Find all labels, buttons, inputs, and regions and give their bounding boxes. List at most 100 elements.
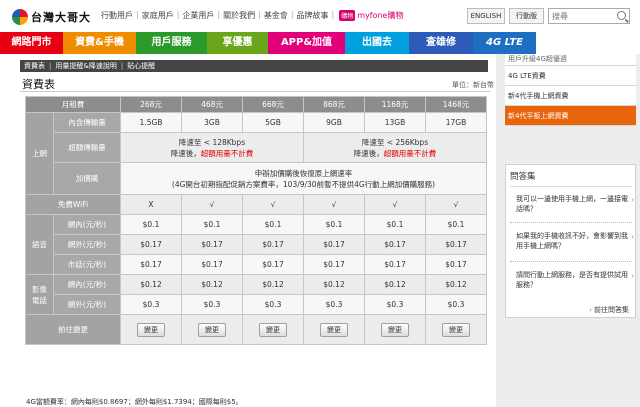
top-link-about-us[interactable]: 關於我們 bbox=[223, 10, 255, 21]
myfone-shop-link[interactable]: 購物 myfone購物 bbox=[339, 10, 403, 21]
faq-item[interactable]: 我可以一邊使用手機上網，一邊接電話嗎？ › bbox=[510, 194, 634, 214]
excess-data-label: 超額傳輸量 bbox=[53, 132, 121, 163]
video-call-label-line-2: 電話 bbox=[32, 295, 47, 305]
plan-header: 468元 bbox=[181, 96, 243, 113]
faq-separator bbox=[510, 261, 632, 262]
main-nav: 網路門市 資費&手機 用戶服務 享優惠 APP&加值 出國去 查雄修 4G LT… bbox=[0, 32, 640, 54]
top-links: 行動用戶 | 家庭用戶 | 企業用戶 | 關於我們 | 基金會 | 品牌故事 | 購物 my… bbox=[101, 10, 403, 21]
addon-line-2: (4G開台初期指配促銷方案費率，103/9/30前暫不提供4G行動上網加價購服務… bbox=[171, 179, 436, 189]
search-box bbox=[548, 8, 630, 24]
nav-repair[interactable]: 查雄修 bbox=[409, 32, 473, 54]
addon-description: 申辦加價購後恢復原上網速率 (4G開台初期指配促銷方案費率，103/9/30前暫… bbox=[120, 162, 487, 195]
subnav-reminders[interactable]: 貼心提醒 bbox=[127, 60, 155, 72]
english-button[interactable]: ENGLISH bbox=[467, 8, 505, 24]
video-offnet-cell: $0.3 bbox=[242, 294, 304, 315]
video-onnet-cell: $0.12 bbox=[425, 274, 487, 295]
video-onnet-cell: $0.12 bbox=[120, 274, 182, 295]
nav-rates-phones[interactable]: 資費&手機 bbox=[63, 32, 136, 54]
subnav-rate-table[interactable]: 資費表 bbox=[24, 60, 45, 72]
change-plan-button[interactable]: 變更 bbox=[137, 322, 165, 337]
nav-app-value-added[interactable]: APP&加值 bbox=[268, 32, 345, 54]
top-bar: 台灣大哥大 行動用戶 | 家庭用戶 | 企業用戶 | 關於我們 | 基金會 | 品牌故事 |… bbox=[0, 0, 640, 32]
subnav-usage-alert[interactable]: 用量提醒&降速說明 bbox=[55, 60, 116, 72]
voice-onnet-cell: $0.1 bbox=[425, 214, 487, 235]
voice-offnet-cell: $0.17 bbox=[425, 234, 487, 255]
included-data-cell: 5GB bbox=[242, 112, 304, 133]
top-link-separator: | bbox=[136, 10, 139, 19]
table-row-video-offnet: 網外(元/秒) $0.3 $0.3 $0.3 $0.3 $0.3 $0.3 bbox=[26, 294, 487, 315]
excess-policy-prefix: 降速後， bbox=[353, 148, 384, 158]
excess-policy-free: 超額用量不計費 bbox=[383, 148, 437, 158]
mobile-version-button[interactable]: 行動版 bbox=[509, 8, 544, 24]
excess-policy-prefix: 降速後， bbox=[170, 148, 201, 158]
side-menu-item-active[interactable]: 新4代平板上網資費 bbox=[505, 106, 636, 126]
brand-name: 台灣大哥大 bbox=[31, 11, 91, 24]
brand-logo[interactable]: 台灣大哥大 bbox=[12, 9, 91, 25]
faq-separator bbox=[510, 222, 632, 223]
voice-offnet-label: 網外(元/秒) bbox=[53, 234, 121, 255]
video-offnet-cell: $0.3 bbox=[120, 294, 182, 315]
change-plan-button[interactable]: 變更 bbox=[259, 322, 287, 337]
excess-policy-note: 降速後，超額用量不計費 bbox=[304, 148, 486, 159]
top-link-brand-story[interactable]: 品牌故事 bbox=[297, 10, 329, 21]
side-menu-item[interactable]: 4G LTE資費 bbox=[505, 66, 636, 86]
wifi-cell: √ bbox=[425, 194, 487, 215]
currency-unit: 單位：新台幣 bbox=[452, 81, 494, 89]
change-plan-button[interactable]: 變更 bbox=[442, 322, 470, 337]
table-row-video-onnet: 影像 電話 網內(元/秒) $0.12 $0.12 $0.12 $0.12 $0… bbox=[25, 274, 487, 315]
nav-4g-lte[interactable]: 4G LTE bbox=[473, 32, 536, 54]
plan-header: 668元 bbox=[242, 96, 304, 113]
faq-question: 如果我的手機收訊不好，會影響到我用手機上網嗎？ bbox=[516, 232, 628, 250]
nav-user-service[interactable]: 用戶服務 bbox=[136, 32, 207, 54]
video-offnet-cell: $0.3 bbox=[181, 294, 243, 315]
plan-header: 1468元 bbox=[425, 96, 487, 113]
change-plan-label: 前往變更 bbox=[25, 314, 121, 345]
nav-going-abroad[interactable]: 出國去 bbox=[345, 32, 409, 54]
change-plan-button[interactable]: 變更 bbox=[198, 322, 226, 337]
change-plan-cell: 變更 bbox=[181, 314, 243, 345]
search-icon[interactable] bbox=[617, 11, 626, 20]
voice-offnet-cell: $0.17 bbox=[364, 234, 426, 255]
nav-offers[interactable]: 享優惠 bbox=[207, 32, 268, 54]
video-onnet-cell: $0.12 bbox=[364, 274, 426, 295]
top-link-mobile-users[interactable]: 行動用戶 bbox=[101, 10, 133, 21]
voice-landline-cell: $0.17 bbox=[181, 254, 243, 275]
video-offnet-cell: $0.3 bbox=[425, 294, 487, 315]
included-data-cell: 3GB bbox=[181, 112, 243, 133]
video-call-group-label: 影像 電話 bbox=[25, 274, 54, 315]
side-menu-item[interactable]: 新4代手機上網資費 bbox=[505, 86, 636, 106]
search-input[interactable] bbox=[549, 9, 615, 23]
sub-nav: 資費表 | 用量提醒&降速說明 | 貼心提醒 bbox=[20, 60, 488, 72]
change-plan-cell: 變更 bbox=[120, 314, 182, 345]
voice-onnet-cell: $0.1 bbox=[303, 214, 365, 235]
faq-more-label: 前往問答集 bbox=[594, 306, 629, 314]
excess-policy-note: 降速後，超額用量不計費 bbox=[121, 148, 303, 159]
faq-more-link[interactable]: › 前往問答集 bbox=[589, 305, 629, 315]
wifi-cell: √ bbox=[181, 194, 243, 215]
change-plan-cell: 變更 bbox=[242, 314, 304, 345]
nav-filler bbox=[536, 32, 640, 54]
change-plan-button[interactable]: 變更 bbox=[381, 322, 409, 337]
included-data-label: 內含傳輸量 bbox=[53, 112, 121, 133]
table-row-change-plan: 前往變更 變更 變更 變更 變更 變更 變更 bbox=[25, 314, 487, 345]
top-link-enterprise-users[interactable]: 企業用戶 bbox=[182, 10, 214, 21]
top-link-separator: | bbox=[290, 10, 294, 19]
plan-header: 1168元 bbox=[364, 96, 426, 113]
change-plan-cell: 變更 bbox=[425, 314, 487, 345]
change-plan-button[interactable]: 變更 bbox=[320, 322, 348, 337]
table-row-monthly-fee: 月租費 268元 468元 668元 868元 1168元 1468元 bbox=[25, 96, 487, 113]
top-link-foundation[interactable]: 基金會 bbox=[264, 10, 288, 21]
table-row-wifi: 免費WiFi X √ √ √ √ √ bbox=[25, 194, 487, 215]
faq-item[interactable]: 請問行動上網服務，是否有提供試用服務？ › bbox=[510, 270, 634, 290]
nav-online-store[interactable]: 網路門市 bbox=[0, 32, 63, 54]
rate-table: 月租費 268元 468元 668元 868元 1168元 1468元 上網 內… bbox=[25, 96, 487, 345]
top-link-home-users[interactable]: 家庭用戶 bbox=[142, 10, 174, 21]
chevron-right-icon: › bbox=[631, 233, 634, 241]
side-menu-item[interactable]: 用戶升級4G超優週 bbox=[505, 54, 636, 66]
addon-line-1: 申辦加價購後恢復原上網速率 bbox=[254, 168, 353, 178]
wifi-cell: √ bbox=[303, 194, 365, 215]
free-wifi-label: 免費WiFi bbox=[25, 194, 121, 215]
subnav-separator: | bbox=[49, 62, 52, 70]
faq-item[interactable]: 如果我的手機收訊不好，會影響到我用手機上網嗎？ › bbox=[510, 231, 634, 251]
top-link-separator: | bbox=[217, 10, 221, 19]
